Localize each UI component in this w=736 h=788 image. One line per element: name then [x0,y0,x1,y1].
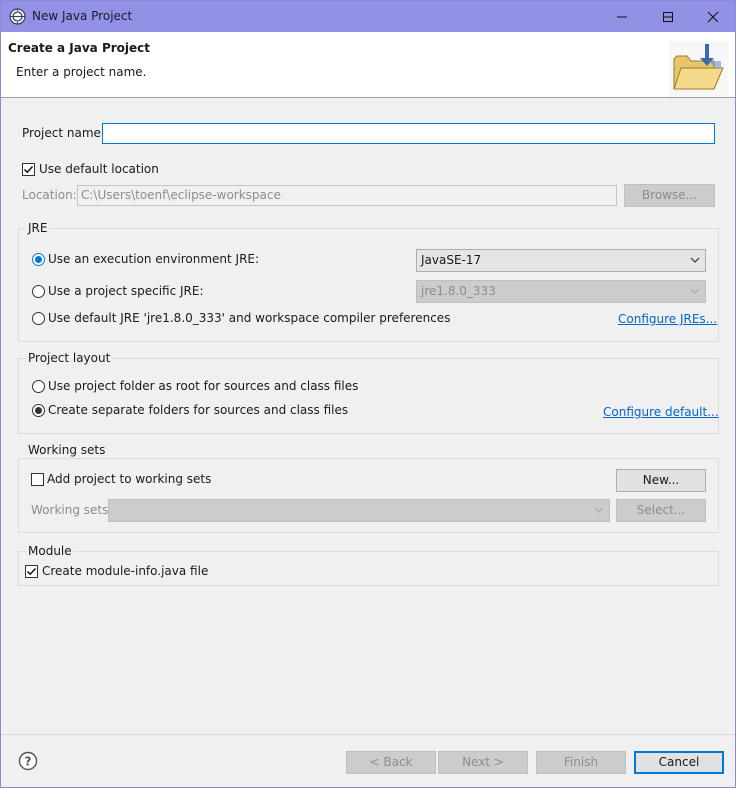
browse-button[interactable]: Browse... [624,184,715,207]
finish-button[interactable]: Finish [536,751,626,774]
jre-default-label[interactable]: Use default JRE 'jre1.8.0_333' and works… [48,311,450,325]
wizard-title: Create a Java Project [8,41,151,55]
execution-env-combo[interactable]: JavaSE-17 [416,249,706,272]
back-button[interactable]: < Back [346,751,436,774]
close-button[interactable] [690,1,735,32]
chevron-down-icon [594,507,604,513]
add-to-working-sets-label[interactable]: Add project to working sets [47,472,211,486]
layout-root-label[interactable]: Use project folder as root for sources a… [48,379,358,393]
use-default-location-label[interactable]: Use default location [39,162,159,176]
wizard-description: Enter a project name. [16,65,147,79]
execution-env-combo-value: JavaSE-17 [421,253,482,267]
layout-root-radio[interactable] [32,380,45,393]
maximize-button[interactable] [645,1,690,32]
help-icon[interactable]: ? [18,751,38,771]
dialog-window: New Java Project Create a Java Project E… [0,0,736,788]
minimize-icon [616,16,627,17]
module-group-label: Module [26,544,74,558]
chevron-down-icon [690,257,700,263]
layout-separate-label[interactable]: Create separate folders for sources and … [48,403,348,417]
svg-text:?: ? [25,755,32,769]
add-to-working-sets-checkbox[interactable] [31,473,44,486]
project-name-input[interactable] [102,123,715,144]
project-name-label: Project name: [22,126,105,140]
project-specific-jre-combo: jre1.8.0_333 [416,280,706,303]
checkmark-icon [23,165,34,174]
java-project-folder-icon [669,41,729,97]
jre-execution-env-radio[interactable] [32,253,45,266]
wizard-header: Create a Java Project Enter a project na… [1,32,735,98]
jre-execution-env-label[interactable]: Use an execution environment JRE: [48,252,259,266]
jre-default-radio[interactable] [32,312,45,325]
configure-jres-link[interactable]: Configure JREs... [618,312,717,326]
create-module-info-label[interactable]: Create module-info.java file [42,564,208,578]
location-field: C:\Users\toenf\eclipse-workspace [77,185,617,206]
working-sets-label: Working sets: [31,503,113,517]
project-layout-group-label: Project layout [26,351,113,365]
jre-project-specific-radio[interactable] [32,285,45,298]
footer-separator [1,734,735,735]
layout-separate-radio[interactable] [32,404,45,417]
cancel-button[interactable]: Cancel [634,751,724,774]
use-default-location-checkbox[interactable] [22,163,35,176]
jre-group-label: JRE [26,221,50,235]
eclipse-app-icon [9,8,26,25]
configure-default-link[interactable]: Configure default... [603,405,719,419]
chevron-down-icon [690,288,700,294]
project-layout-group [18,358,719,434]
location-label: Location: [22,188,77,202]
checkmark-icon [26,567,37,576]
close-icon [707,11,718,22]
new-working-set-button[interactable]: New... [616,469,706,492]
working-sets-group-label: Working sets [26,443,108,457]
minimize-button-2[interactable] [599,1,644,32]
next-button[interactable]: Next > [438,751,528,774]
window-title: New Java Project [32,9,133,23]
project-specific-jre-combo-value: jre1.8.0_333 [421,284,496,298]
working-sets-combo [108,499,610,522]
select-working-sets-button[interactable]: Select... [616,499,706,522]
jre-project-specific-label[interactable]: Use a project specific JRE: [48,284,204,298]
maximize-icon [662,11,673,22]
create-module-info-checkbox[interactable] [25,565,38,578]
